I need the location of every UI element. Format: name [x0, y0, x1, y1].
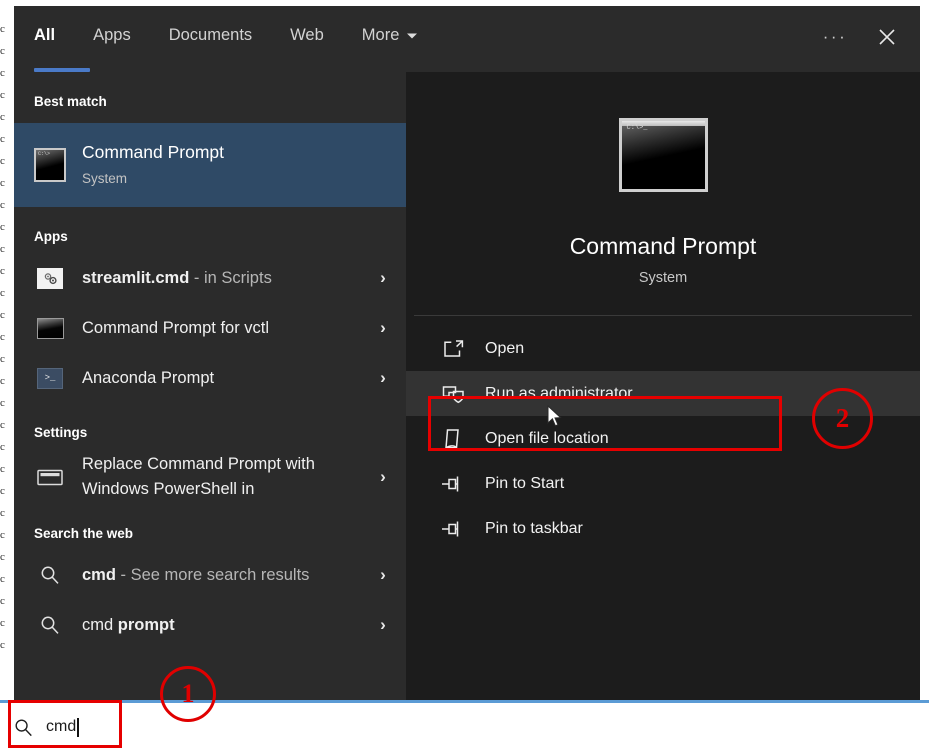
preview-subtitle: System: [406, 270, 920, 286]
open-action[interactable]: Open: [406, 326, 920, 371]
chevron-right-icon[interactable]: ›: [372, 318, 394, 338]
result-best-match-command-prompt[interactable]: Command Prompt System: [14, 123, 406, 207]
chevron-right-icon[interactable]: ›: [372, 615, 394, 635]
command-prompt-icon-large: [406, 118, 920, 192]
pin-to-start-action[interactable]: Pin to Start: [406, 461, 920, 506]
filter-tabbar: All Apps Documents Web More ···: [14, 6, 920, 72]
text-cursor: [77, 718, 79, 737]
search-icon: [34, 615, 66, 635]
best-match-subtitle: System: [82, 168, 394, 189]
item-prefix: cmd: [82, 616, 118, 634]
screen: c c c c c c c c c c c c c c c c c c c c …: [0, 0, 929, 751]
search-input[interactable]: cmd: [46, 718, 79, 737]
annotation-badge-2: 2: [812, 388, 873, 449]
chevron-right-icon[interactable]: ›: [372, 268, 394, 288]
tab-documents[interactable]: Documents: [169, 26, 252, 45]
results-list: Best match Command Prompt System Apps: [14, 72, 406, 700]
background-left-text: c c c c c c c c c c c c c c c c c c c c …: [0, 0, 14, 700]
filter-tabs: All Apps Documents Web More: [34, 26, 456, 45]
section-heading-search-the-web: Search the web: [14, 526, 406, 541]
command-prompt-icon: [34, 318, 66, 339]
preview-title: Command Prompt: [406, 232, 920, 261]
chevron-right-icon[interactable]: ›: [372, 565, 394, 585]
tab-all[interactable]: All: [34, 26, 55, 45]
search-panel: All Apps Documents Web More ···: [14, 6, 920, 700]
action-label: Open file location: [485, 430, 609, 448]
best-match-title: Command Prompt: [82, 142, 394, 163]
pin-icon: [441, 520, 465, 538]
command-prompt-icon: [34, 148, 66, 182]
item-name: Anaconda Prompt: [82, 368, 356, 389]
action-label: Pin to taskbar: [485, 520, 583, 538]
item-suffix: - in Scripts: [189, 269, 272, 287]
anaconda-prompt-icon: >_: [34, 368, 66, 389]
chevron-down-icon: [406, 32, 418, 39]
search-icon: [34, 565, 66, 585]
item-name: cmd: [82, 566, 116, 584]
chevron-right-icon[interactable]: ›: [372, 368, 394, 388]
action-label: Pin to Start: [485, 475, 564, 493]
window-controls: ···: [812, 20, 910, 54]
section-heading-settings: Settings: [14, 425, 406, 440]
section-heading-apps: Apps: [14, 229, 406, 244]
mouse-cursor: [547, 405, 563, 429]
result-item-command-prompt-for-vctl[interactable]: Command Prompt for vctl ›: [14, 303, 406, 353]
shield-admin-icon: [441, 384, 465, 404]
item-name: Command Prompt for vctl: [82, 318, 356, 339]
item-suffix: - See more search results: [116, 566, 310, 584]
search-input-value: cmd: [46, 718, 76, 736]
annotation-badge-1: 1: [160, 666, 216, 722]
preview-divider: [414, 315, 912, 316]
result-item-streamlit-cmd[interactable]: streamlit.cmd - in Scripts ›: [14, 253, 406, 303]
open-external-icon: [441, 339, 465, 358]
item-name: prompt: [118, 616, 175, 634]
result-item-replace-command-prompt[interactable]: Replace Command Prompt with Windows Powe…: [14, 446, 406, 508]
script-file-icon: [34, 268, 66, 289]
chevron-right-icon[interactable]: ›: [372, 467, 394, 487]
result-item-web-cmd[interactable]: cmd - See more search results ›: [14, 550, 406, 600]
pin-to-taskbar-action[interactable]: Pin to taskbar: [406, 506, 920, 551]
item-name: Replace Command Prompt with Windows Powe…: [82, 452, 356, 502]
action-label: Open: [485, 340, 524, 358]
panel-body: Best match Command Prompt System Apps: [14, 72, 920, 700]
preview-header: Command Prompt System: [406, 72, 920, 286]
tab-more-label: More: [362, 26, 400, 45]
folder-location-icon: [441, 428, 465, 450]
result-item-anaconda-prompt[interactable]: >_ Anaconda Prompt ›: [14, 353, 406, 403]
search-icon: [0, 718, 46, 737]
action-label: Run as administrator: [485, 385, 633, 403]
result-item-web-cmd-prompt[interactable]: cmd prompt ›: [14, 600, 406, 650]
tab-web[interactable]: Web: [290, 26, 324, 45]
ellipsis-icon[interactable]: ···: [812, 20, 858, 54]
tab-more[interactable]: More: [362, 26, 419, 45]
settings-toggle-icon: [34, 468, 66, 487]
pin-icon: [441, 475, 465, 493]
preview-pane: Command Prompt System: [406, 72, 920, 700]
close-icon[interactable]: [864, 20, 910, 54]
search-bar: cmd: [0, 700, 929, 751]
tab-apps[interactable]: Apps: [93, 26, 131, 45]
item-name: streamlit.cmd: [82, 269, 189, 287]
section-heading-best-match: Best match: [14, 72, 406, 109]
